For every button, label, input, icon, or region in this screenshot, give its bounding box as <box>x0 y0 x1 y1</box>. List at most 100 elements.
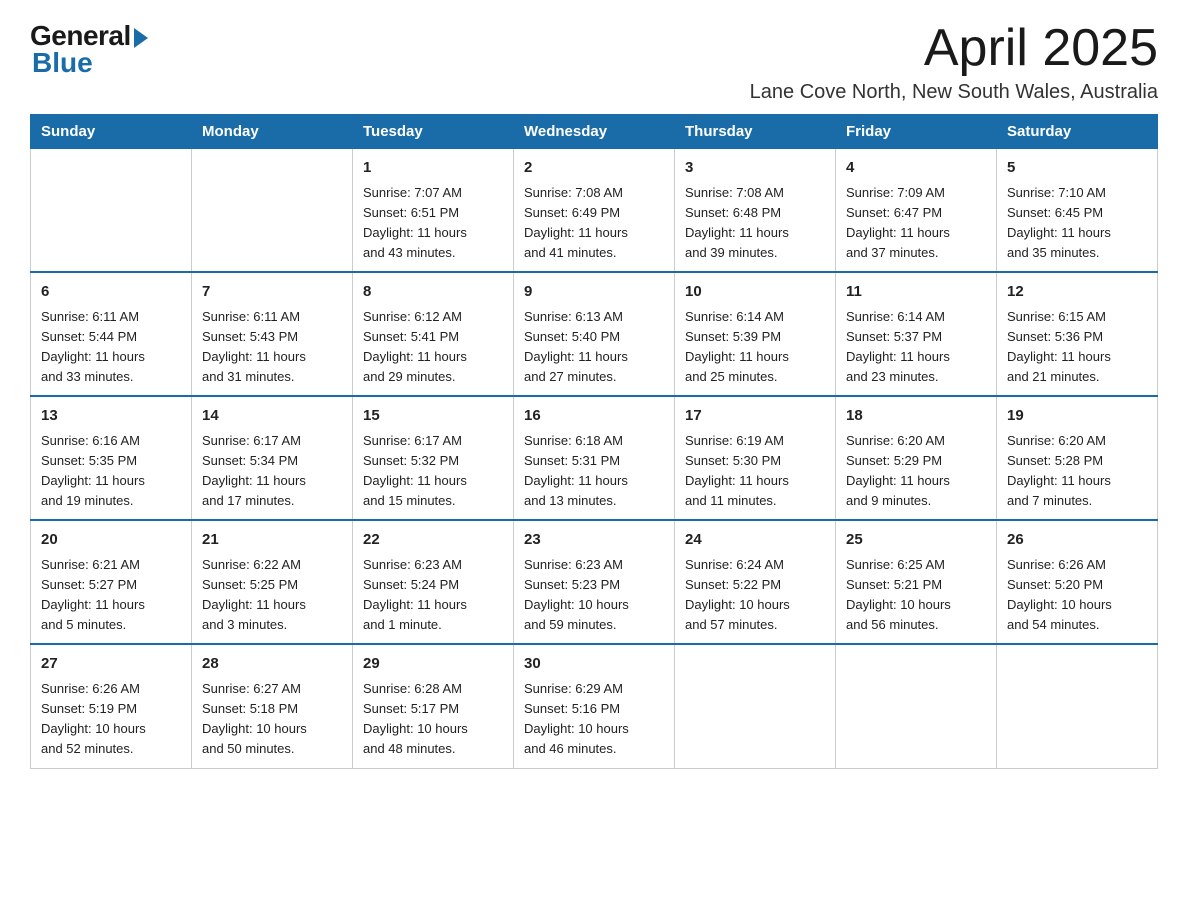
table-row: 27 Sunrise: 6:26 AMSunset: 5:19 PMDayligh… <box>31 644 192 768</box>
day-info: Sunrise: 7:09 AMSunset: 6:47 PMDaylight:… <box>846 183 986 264</box>
day-info: Sunrise: 6:18 AMSunset: 5:31 PMDaylight:… <box>524 431 664 512</box>
table-row: 2 Sunrise: 7:08 AMSunset: 6:49 PMDaylight… <box>514 149 675 273</box>
day-info: Sunrise: 6:14 AMSunset: 5:39 PMDaylight:… <box>685 307 825 388</box>
day-info: Sunrise: 6:14 AMSunset: 5:37 PMDaylight:… <box>846 307 986 388</box>
day-info: Sunrise: 6:26 AMSunset: 5:19 PMDaylight:… <box>41 679 181 760</box>
header-thursday: Thursday <box>675 115 836 149</box>
day-info: Sunrise: 6:19 AMSunset: 5:30 PMDaylight:… <box>685 431 825 512</box>
table-row: 9Sunrise: 6:13 AMSunset: 5:40 PMDaylight… <box>514 272 675 396</box>
day-number: 14 <box>202 405 342 428</box>
header-sunday: Sunday <box>31 115 192 149</box>
day-info: Sunrise: 6:24 AMSunset: 5:22 PMDaylight:… <box>685 555 825 636</box>
table-row <box>675 644 836 768</box>
day-info: Sunrise: 6:29 AMSunset: 5:16 PMDaylight:… <box>524 679 664 760</box>
location-title: Lane Cove North, New South Wales, Austra… <box>750 81 1158 104</box>
day-number: 30 <box>524 653 664 676</box>
table-row: 17 Sunrise: 6:19 AMSunset: 5:30 PMDayligh… <box>675 396 836 520</box>
table-row: 29Sunrise: 6:28 AMSunset: 5:17 PMDayligh… <box>353 644 514 768</box>
calendar-week-row: 27 Sunrise: 6:26 AMSunset: 5:19 PMDayligh… <box>31 644 1158 768</box>
table-row: 10Sunrise: 6:14 AMSunset: 5:39 PMDayligh… <box>675 272 836 396</box>
table-row: 22Sunrise: 6:23 AMSunset: 5:24 PMDayligh… <box>353 520 514 644</box>
day-number: 25 <box>846 529 986 552</box>
day-number: 18 <box>846 405 986 428</box>
day-number: 21 <box>202 529 342 552</box>
day-info: Sunrise: 6:12 AMSunset: 5:41 PMDaylight:… <box>363 307 503 388</box>
table-row: 11 Sunrise: 6:14 AMSunset: 5:37 PMDayligh… <box>836 272 997 396</box>
day-number: 15 <box>363 405 503 428</box>
day-number: 3 <box>685 157 825 180</box>
table-row: 1 Sunrise: 7:07 AMSunset: 6:51 PMDaylight… <box>353 149 514 273</box>
table-row: 7 Sunrise: 6:11 AMSunset: 5:43 PMDaylight… <box>192 272 353 396</box>
table-row: 13 Sunrise: 6:16 AMSunset: 5:35 PMDayligh… <box>31 396 192 520</box>
table-row <box>31 149 192 273</box>
table-row: 15Sunrise: 6:17 AMSunset: 5:32 PMDayligh… <box>353 396 514 520</box>
day-info: Sunrise: 6:15 AMSunset: 5:36 PMDaylight:… <box>1007 307 1147 388</box>
day-info: Sunrise: 7:08 AMSunset: 6:49 PMDaylight:… <box>524 183 664 264</box>
table-row: 3 Sunrise: 7:08 AMSunset: 6:48 PMDaylight… <box>675 149 836 273</box>
day-number: 23 <box>524 529 664 552</box>
day-number: 20 <box>41 529 181 552</box>
day-info: Sunrise: 6:20 AMSunset: 5:28 PMDaylight:… <box>1007 431 1147 512</box>
day-number: 9 <box>524 281 664 304</box>
table-row: 23 Sunrise: 6:23 AMSunset: 5:23 PMDayligh… <box>514 520 675 644</box>
table-row: 26 Sunrise: 6:26 AMSunset: 5:20 PMDayligh… <box>997 520 1158 644</box>
table-row: 6Sunrise: 6:11 AMSunset: 5:44 PMDaylight… <box>31 272 192 396</box>
day-info: Sunrise: 7:07 AMSunset: 6:51 PMDaylight:… <box>363 183 503 264</box>
table-row: 19 Sunrise: 6:20 AMSunset: 5:28 PMDayligh… <box>997 396 1158 520</box>
day-info: Sunrise: 6:17 AMSunset: 5:34 PMDaylight:… <box>202 431 342 512</box>
day-number: 4 <box>846 157 986 180</box>
day-number: 16 <box>524 405 664 428</box>
day-info: Sunrise: 6:23 AMSunset: 5:23 PMDaylight:… <box>524 555 664 636</box>
logo-blue-text: Blue <box>30 47 93 79</box>
day-number: 27 <box>41 653 181 676</box>
day-info: Sunrise: 7:10 AMSunset: 6:45 PMDaylight:… <box>1007 183 1147 264</box>
header-wednesday: Wednesday <box>514 115 675 149</box>
calendar-week-row: 1 Sunrise: 7:07 AMSunset: 6:51 PMDaylight… <box>31 149 1158 273</box>
day-info: Sunrise: 6:28 AMSunset: 5:17 PMDaylight:… <box>363 679 503 760</box>
day-info: Sunrise: 6:20 AMSunset: 5:29 PMDaylight:… <box>846 431 986 512</box>
header-tuesday: Tuesday <box>353 115 514 149</box>
table-row: 14 Sunrise: 6:17 AMSunset: 5:34 PMDayligh… <box>192 396 353 520</box>
table-row: 8 Sunrise: 6:12 AMSunset: 5:41 PMDaylight… <box>353 272 514 396</box>
calendar-table: Sunday Monday Tuesday Wednesday Thursday… <box>30 114 1158 768</box>
day-number: 2 <box>524 157 664 180</box>
day-info: Sunrise: 6:27 AMSunset: 5:18 PMDaylight:… <box>202 679 342 760</box>
day-number: 24 <box>685 529 825 552</box>
day-number: 13 <box>41 405 181 428</box>
table-row: 5 Sunrise: 7:10 AMSunset: 6:45 PMDaylight… <box>997 149 1158 273</box>
table-row: 12 Sunrise: 6:15 AMSunset: 5:36 PMDayligh… <box>997 272 1158 396</box>
day-info: Sunrise: 6:11 AMSunset: 5:43 PMDaylight:… <box>202 307 342 388</box>
day-number: 26 <box>1007 529 1147 552</box>
calendar-week-row: 6Sunrise: 6:11 AMSunset: 5:44 PMDaylight… <box>31 272 1158 396</box>
day-number: 28 <box>202 653 342 676</box>
day-number: 1 <box>363 157 503 180</box>
day-number: 12 <box>1007 281 1147 304</box>
table-row: 20Sunrise: 6:21 AMSunset: 5:27 PMDayligh… <box>31 520 192 644</box>
day-info: Sunrise: 6:26 AMSunset: 5:20 PMDaylight:… <box>1007 555 1147 636</box>
table-row: 28 Sunrise: 6:27 AMSunset: 5:18 PMDayligh… <box>192 644 353 768</box>
table-row: 16 Sunrise: 6:18 AMSunset: 5:31 PMDayligh… <box>514 396 675 520</box>
title-block: April 2025 Lane Cove North, New South Wa… <box>750 20 1158 104</box>
calendar-week-row: 13 Sunrise: 6:16 AMSunset: 5:35 PMDayligh… <box>31 396 1158 520</box>
page-header: General Blue April 2025 Lane Cove North,… <box>30 20 1158 104</box>
table-row: 4 Sunrise: 7:09 AMSunset: 6:47 PMDaylight… <box>836 149 997 273</box>
day-info: Sunrise: 6:11 AMSunset: 5:44 PMDaylight:… <box>41 307 181 388</box>
day-info: Sunrise: 7:08 AMSunset: 6:48 PMDaylight:… <box>685 183 825 264</box>
month-title: April 2025 <box>750 20 1158 77</box>
day-number: 19 <box>1007 405 1147 428</box>
table-row <box>836 644 997 768</box>
day-number: 5 <box>1007 157 1147 180</box>
day-number: 11 <box>846 281 986 304</box>
table-row: 21 Sunrise: 6:22 AMSunset: 5:25 PMDayligh… <box>192 520 353 644</box>
day-number: 17 <box>685 405 825 428</box>
day-info: Sunrise: 6:23 AMSunset: 5:24 PMDaylight:… <box>363 555 503 636</box>
day-info: Sunrise: 6:25 AMSunset: 5:21 PMDaylight:… <box>846 555 986 636</box>
day-info: Sunrise: 6:22 AMSunset: 5:25 PMDaylight:… <box>202 555 342 636</box>
table-row: 18 Sunrise: 6:20 AMSunset: 5:29 PMDayligh… <box>836 396 997 520</box>
day-info: Sunrise: 6:16 AMSunset: 5:35 PMDaylight:… <box>41 431 181 512</box>
calendar-week-row: 20Sunrise: 6:21 AMSunset: 5:27 PMDayligh… <box>31 520 1158 644</box>
table-row: 24 Sunrise: 6:24 AMSunset: 5:22 PMDayligh… <box>675 520 836 644</box>
day-number: 8 <box>363 281 503 304</box>
day-number: 7 <box>202 281 342 304</box>
table-row <box>192 149 353 273</box>
